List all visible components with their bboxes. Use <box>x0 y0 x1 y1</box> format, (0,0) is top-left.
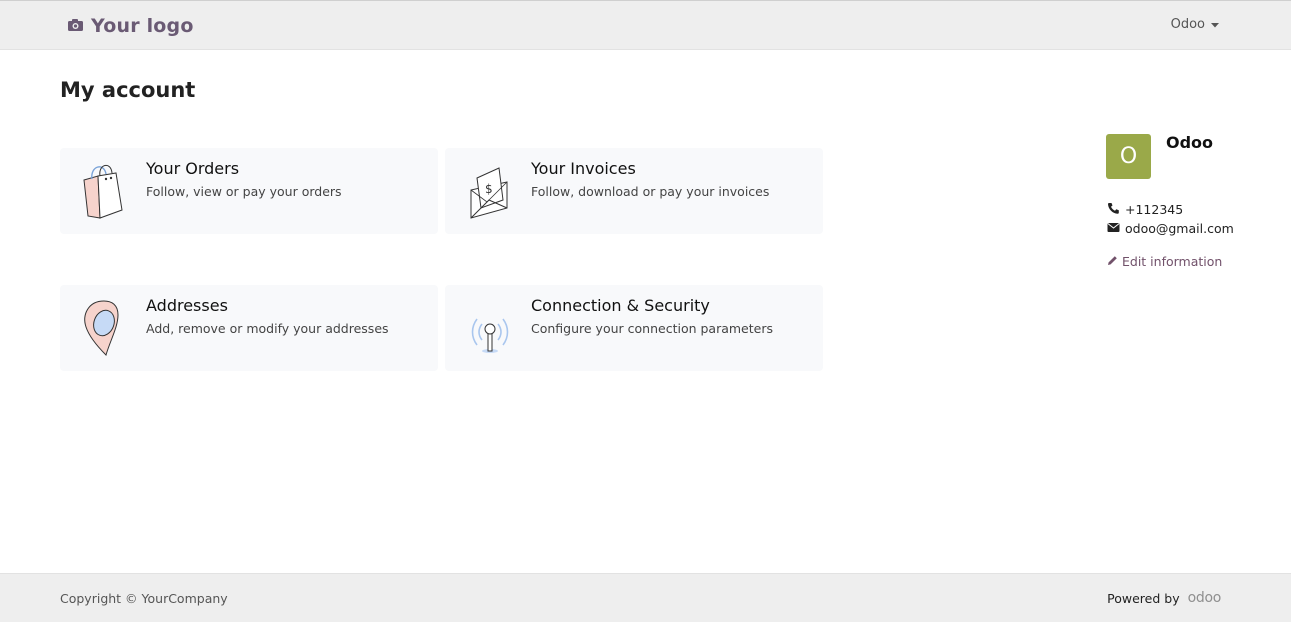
invoice-envelope-icon: $ <box>463 160 517 222</box>
card-description: Configure your connection parameters <box>531 321 773 336</box>
powered-by: Powered by odoo <box>1107 590 1221 606</box>
email-address: odoo@gmail.com <box>1125 221 1234 236</box>
shopping-bag-icon <box>78 160 132 222</box>
antenna-icon <box>463 297 517 359</box>
pencil-icon <box>1107 254 1118 269</box>
caret-down-icon <box>1211 17 1219 32</box>
phone-number: +112345 <box>1125 202 1184 217</box>
user-menu-dropdown[interactable]: Odoo <box>1171 17 1219 32</box>
camera-icon <box>67 17 84 36</box>
map-pin-icon <box>78 297 132 359</box>
profile-name: Odoo <box>1166 133 1214 152</box>
card-description: Follow, view or pay your orders <box>146 184 342 199</box>
page-title: My account <box>60 78 196 102</box>
copyright-text: Copyright © YourCompany <box>60 591 228 606</box>
card-description: Follow, download or pay your invoices <box>531 184 770 199</box>
card-addresses[interactable]: Addresses Add, remove or modify your add… <box>60 285 438 371</box>
edit-information-link[interactable]: Edit information <box>1107 254 1222 269</box>
svg-text:$: $ <box>485 182 493 196</box>
edit-information-label: Edit information <box>1122 254 1223 269</box>
user-menu-label: Odoo <box>1170 17 1205 32</box>
card-title: Your Orders <box>146 159 240 178</box>
avatar: O <box>1106 134 1151 179</box>
company-logo[interactable]: Your logo <box>67 13 194 39</box>
card-description: Add, remove or modify your addresses <box>146 321 389 336</box>
top-navbar: Your logo Odoo <box>0 0 1291 50</box>
phone-row: +112345 <box>1107 202 1183 217</box>
logo-text: Your logo <box>91 15 194 37</box>
card-your-invoices[interactable]: $ Your Invoices Follow, download or pay … <box>445 148 823 234</box>
card-your-orders[interactable]: Your Orders Follow, view or pay your ord… <box>60 148 438 234</box>
envelope-icon <box>1107 221 1120 236</box>
powered-by-label: Powered by <box>1107 590 1180 606</box>
card-title: Addresses <box>146 296 228 315</box>
card-title: Your Invoices <box>531 159 636 178</box>
card-title: Connection & Security <box>531 296 710 315</box>
odoo-brand-link[interactable]: odoo <box>1188 590 1222 606</box>
phone-icon <box>1107 202 1120 217</box>
card-connection-security[interactable]: Connection & Security Configure your con… <box>445 285 823 371</box>
email-row: odoo@gmail.com <box>1107 221 1234 236</box>
footer: Copyright © YourCompany Powered by odoo <box>0 573 1291 622</box>
